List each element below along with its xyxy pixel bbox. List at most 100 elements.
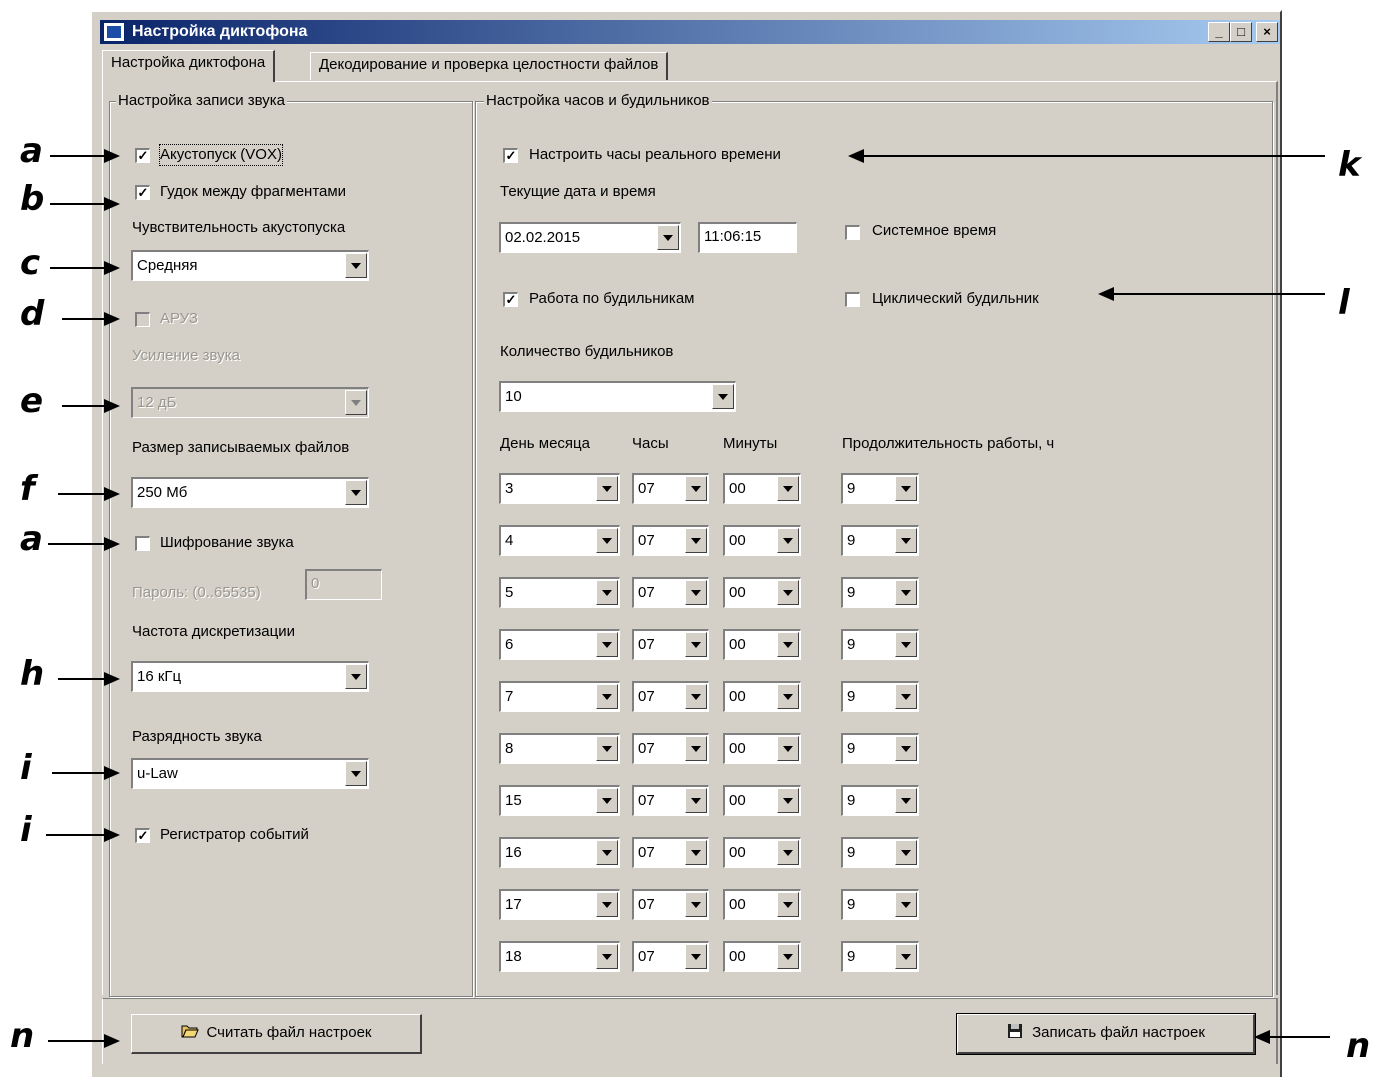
- alarm-duration-select[interactable]: 9: [841, 473, 919, 504]
- rtc-checkbox[interactable]: ✓: [503, 148, 518, 163]
- cyclic-alarm-label[interactable]: Циклический будильник: [872, 289, 1039, 309]
- alarm-minutes-select[interactable]: 00: [723, 785, 801, 816]
- chevron-down-icon[interactable]: [777, 840, 799, 865]
- chevron-down-icon[interactable]: [777, 788, 799, 813]
- vox-checkbox[interactable]: ✓: [135, 148, 150, 163]
- chevron-down-icon[interactable]: [777, 736, 799, 761]
- chevron-down-icon[interactable]: [685, 632, 707, 657]
- close-button[interactable]: ×: [1256, 22, 1278, 42]
- chevron-down-icon[interactable]: [345, 480, 367, 505]
- alarm-day-select[interactable]: 8: [499, 733, 620, 764]
- chevron-down-icon[interactable]: [345, 761, 367, 786]
- alarm-day-select[interactable]: 7: [499, 681, 620, 712]
- beep-checkbox[interactable]: ✓: [135, 185, 150, 200]
- alarm-day-select[interactable]: 3: [499, 473, 620, 504]
- alarm-minutes-select[interactable]: 00: [723, 837, 801, 868]
- alarm-day-select[interactable]: 5: [499, 577, 620, 608]
- alarm-duration-select[interactable]: 9: [841, 681, 919, 712]
- alarm-minutes-select[interactable]: 00: [723, 577, 801, 608]
- sensitivity-select[interactable]: Средняя: [131, 250, 369, 281]
- chevron-down-icon[interactable]: [685, 580, 707, 605]
- chevron-down-icon[interactable]: [777, 684, 799, 709]
- chevron-down-icon[interactable]: [777, 632, 799, 657]
- alarm-hours-select[interactable]: 07: [632, 941, 709, 972]
- cyclic-alarm-checkbox[interactable]: [845, 292, 860, 307]
- chevron-down-icon[interactable]: [685, 684, 707, 709]
- chevron-down-icon[interactable]: [596, 944, 618, 969]
- chevron-down-icon[interactable]: [596, 632, 618, 657]
- chevron-down-icon[interactable]: [685, 736, 707, 761]
- date-picker[interactable]: 02.02.2015: [499, 222, 681, 253]
- chevron-down-icon[interactable]: [895, 840, 917, 865]
- chevron-down-icon[interactable]: [685, 892, 707, 917]
- encryption-label[interactable]: Шифрование звука: [160, 533, 294, 553]
- time-input[interactable]: 11:06:15: [698, 222, 797, 253]
- chevron-down-icon[interactable]: [345, 390, 367, 415]
- chevron-down-icon[interactable]: [895, 944, 917, 969]
- chevron-down-icon[interactable]: [596, 840, 618, 865]
- alarm-hours-select[interactable]: 07: [632, 577, 709, 608]
- chevron-down-icon[interactable]: [895, 788, 917, 813]
- tab-decoding[interactable]: Декодирование и проверка целостности фай…: [310, 52, 669, 80]
- alarm-hours-select[interactable]: 07: [632, 681, 709, 712]
- minimize-button[interactable]: _: [1208, 22, 1230, 42]
- chevron-down-icon[interactable]: [895, 528, 917, 553]
- alarm-minutes-select[interactable]: 00: [723, 681, 801, 712]
- chevron-down-icon[interactable]: [596, 684, 618, 709]
- agc-checkbox[interactable]: [135, 312, 150, 327]
- alarm-duration-select[interactable]: 9: [841, 629, 919, 660]
- alarm-hours-select[interactable]: 07: [632, 733, 709, 764]
- alarm-count-select[interactable]: 10: [499, 381, 736, 412]
- alarm-duration-select[interactable]: 9: [841, 785, 919, 816]
- alarm-hours-select[interactable]: 07: [632, 785, 709, 816]
- chevron-down-icon[interactable]: [685, 840, 707, 865]
- chevron-down-icon[interactable]: [685, 476, 707, 501]
- chevron-down-icon[interactable]: [895, 476, 917, 501]
- chevron-down-icon[interactable]: [596, 476, 618, 501]
- alarm-minutes-select[interactable]: 00: [723, 525, 801, 556]
- chevron-down-icon[interactable]: [895, 580, 917, 605]
- samplerate-select[interactable]: 16 кГц: [131, 661, 369, 692]
- alarm-hours-select[interactable]: 07: [632, 837, 709, 868]
- chevron-down-icon[interactable]: [895, 736, 917, 761]
- chevron-down-icon[interactable]: [895, 892, 917, 917]
- chevron-down-icon[interactable]: [712, 384, 734, 409]
- chevron-down-icon[interactable]: [657, 225, 679, 250]
- system-time-label[interactable]: Системное время: [872, 221, 996, 241]
- tab-recorder-settings[interactable]: Настройка диктофона: [102, 50, 276, 82]
- gain-select[interactable]: 12 дБ: [131, 387, 369, 418]
- beep-label[interactable]: Гудок между фрагментами: [160, 182, 346, 202]
- password-input[interactable]: 0: [305, 569, 382, 600]
- eventlog-checkbox[interactable]: ✓: [135, 828, 150, 843]
- alarm-minutes-select[interactable]: 00: [723, 473, 801, 504]
- chevron-down-icon[interactable]: [777, 580, 799, 605]
- chevron-down-icon[interactable]: [685, 944, 707, 969]
- alarm-hours-select[interactable]: 07: [632, 525, 709, 556]
- alarm-day-select[interactable]: 16: [499, 837, 620, 868]
- alarm-day-select[interactable]: 6: [499, 629, 620, 660]
- alarm-day-select[interactable]: 18: [499, 941, 620, 972]
- system-time-checkbox[interactable]: [845, 225, 860, 240]
- chevron-down-icon[interactable]: [596, 892, 618, 917]
- alarm-duration-select[interactable]: 9: [841, 837, 919, 868]
- chevron-down-icon[interactable]: [685, 788, 707, 813]
- alarm-minutes-select[interactable]: 00: [723, 629, 801, 660]
- chevron-down-icon[interactable]: [685, 528, 707, 553]
- chevron-down-icon[interactable]: [895, 632, 917, 657]
- chevron-down-icon[interactable]: [777, 892, 799, 917]
- alarm-hours-select[interactable]: 07: [632, 889, 709, 920]
- alarm-mode-checkbox[interactable]: ✓: [503, 292, 518, 307]
- alarm-duration-select[interactable]: 9: [841, 733, 919, 764]
- chevron-down-icon[interactable]: [596, 788, 618, 813]
- vox-label[interactable]: Акустопуск (VOX): [159, 144, 283, 166]
- alarm-duration-select[interactable]: 9: [841, 525, 919, 556]
- alarm-minutes-select[interactable]: 00: [723, 889, 801, 920]
- chevron-down-icon[interactable]: [777, 528, 799, 553]
- chevron-down-icon[interactable]: [596, 528, 618, 553]
- encryption-checkbox[interactable]: [135, 536, 150, 551]
- chevron-down-icon[interactable]: [895, 684, 917, 709]
- chevron-down-icon[interactable]: [596, 736, 618, 761]
- alarm-minutes-select[interactable]: 00: [723, 941, 801, 972]
- maximize-button[interactable]: □: [1230, 22, 1252, 42]
- alarm-mode-label[interactable]: Работа по будильникам: [529, 289, 694, 309]
